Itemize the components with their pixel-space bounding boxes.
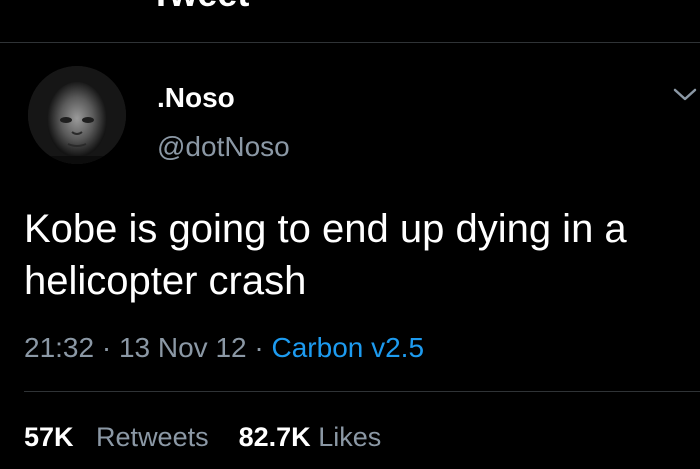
likes-count: 82.7K (238, 422, 311, 452)
meta-separator: · (246, 332, 272, 363)
likes-stat[interactable]: 82.7K Likes (239, 422, 382, 452)
chevron-down-icon[interactable] (672, 86, 698, 104)
page-title: Tweet (150, 0, 249, 12)
retweets-stat[interactable]: 57K Retweets (24, 422, 209, 452)
retweets-label: Retweets (96, 422, 209, 452)
likes-label: Likes (318, 422, 382, 452)
retweets-count: 57K (24, 422, 74, 452)
tweet-date[interactable]: 13 Nov 12 (119, 332, 247, 363)
divider (24, 391, 700, 392)
tweet-text: Kobe is going to end up dying in a helic… (24, 207, 627, 303)
tweet-meta: 21:32 · 13 Nov 12 · Carbon v2.5 (24, 331, 424, 365)
avatar[interactable] (28, 66, 126, 164)
meta-separator: · (94, 332, 119, 363)
tweet-stats: 57K Retweets 82.7K Likes (24, 420, 381, 454)
author-display-name[interactable]: .Noso (157, 82, 235, 114)
tweet-time[interactable]: 21:32 (24, 332, 94, 363)
tweet-source-link[interactable]: Carbon v2.5 (272, 332, 425, 363)
top-bar: Tweet (0, 0, 700, 43)
author-handle[interactable]: @dotNoso (157, 131, 290, 163)
back-arrow-icon[interactable] (30, 0, 70, 10)
